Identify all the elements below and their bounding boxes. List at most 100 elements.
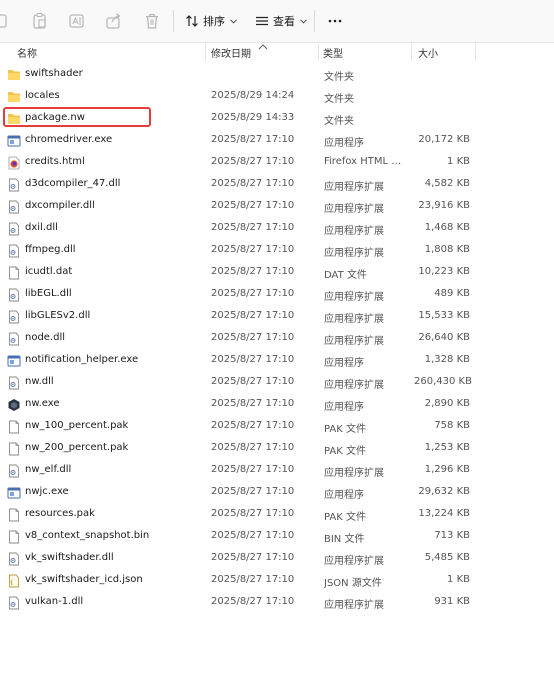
file-type: 应用程序扩展 (324, 204, 384, 215)
file-row[interactable]: node.dll 2025/8/27 17:10 应用程序扩展 26,640 KB (0, 328, 554, 350)
file-row[interactable]: icudtl.dat 2025/8/27 17:10 DAT 文件 10,223 KB (0, 262, 554, 284)
file-size: 20,172 KB (418, 134, 470, 145)
file-type: PAK 文件 (324, 446, 366, 457)
file-name: resources.pak (25, 508, 95, 519)
more-icon[interactable] (328, 14, 342, 28)
file-name: vk_swiftshader.dll (25, 552, 114, 563)
column-size[interactable]: 大小 (418, 45, 438, 60)
file-row[interactable]: dxcompiler.dll 2025/8/27 17:10 应用程序扩展 23,91… (0, 196, 554, 218)
file-size: 23,916 KB (418, 200, 470, 211)
file-row[interactable]: notification_helper.exe 2025/8/27 17:10 应用… (0, 350, 554, 372)
column-divider[interactable] (205, 42, 206, 60)
file-modified-date: 2025/8/27 17:10 (211, 310, 295, 321)
file-icon (7, 530, 21, 544)
file-name: dxil.dll (25, 222, 58, 233)
folder-icon (7, 112, 21, 126)
file-size: 931 KB (434, 596, 470, 607)
file-type: 应用程序 (324, 490, 364, 501)
file-name: vk_swiftshader_icd.json (25, 574, 143, 585)
file-name: nw.dll (25, 376, 54, 387)
view-button[interactable]: 查看 (255, 11, 307, 31)
dll-file-icon (7, 200, 21, 214)
column-name[interactable]: 名称 (17, 45, 37, 60)
file-row[interactable]: locales 2025/8/29 14:24 文件夹 (0, 86, 554, 108)
file-type: 应用程序扩展 (324, 292, 384, 303)
file-type: 应用程序 (324, 138, 364, 149)
dll-file-icon (7, 552, 21, 566)
file-row[interactable]: nw_200_percent.pak 2025/8/27 17:10 PAK 文件 1… (0, 438, 554, 460)
file-size: 489 KB (434, 288, 470, 299)
dll-file-icon (7, 596, 21, 610)
file-row[interactable]: d3dcompiler_47.dll 2025/8/27 17:10 应用程序扩展 4… (0, 174, 554, 196)
file-name: d3dcompiler_47.dll (25, 178, 121, 189)
file-type: DAT 文件 (324, 270, 367, 281)
file-modified-date: 2025/8/29 14:33 (211, 112, 295, 123)
file-row[interactable]: nw_elf.dll 2025/8/27 17:10 应用程序扩展 1,296 KB (0, 460, 554, 482)
file-modified-date: 2025/8/27 17:10 (211, 332, 295, 343)
delete-icon[interactable] (143, 12, 161, 30)
file-row[interactable]: libEGL.dll 2025/8/27 17:10 应用程序扩展 489 KB (0, 284, 554, 306)
file-modified-date: 2025/8/27 17:10 (211, 354, 295, 365)
column-date[interactable]: 修改日期 (211, 45, 251, 60)
file-size: 5,485 KB (424, 552, 470, 563)
file-row[interactable]: chromedriver.exe 2025/8/27 17:10 应用程序 20,17… (0, 130, 554, 152)
column-divider[interactable] (411, 42, 412, 60)
column-type[interactable]: 类型 (323, 45, 343, 60)
column-divider[interactable] (475, 42, 476, 60)
file-name: nw.exe (25, 398, 60, 409)
file-type: 应用程序扩展 (324, 226, 384, 237)
file-row[interactable]: package.nw 2025/8/29 14:33 文件夹 (0, 108, 554, 130)
paste-icon[interactable] (31, 12, 49, 30)
file-type: PAK 文件 (324, 424, 366, 435)
file-row[interactable]: nw.dll 2025/8/27 17:10 应用程序扩展 260,430 KB (0, 372, 554, 394)
file-type: 应用程序 (324, 358, 364, 369)
folder-icon (7, 90, 21, 104)
file-modified-date: 2025/8/27 17:10 (211, 222, 295, 233)
rename-icon[interactable] (68, 12, 86, 30)
application-icon (7, 486, 21, 500)
file-modified-date: 2025/8/27 17:10 (211, 596, 295, 607)
dll-file-icon (7, 244, 21, 258)
sort-button-label: 排序 (203, 15, 225, 28)
file-row[interactable]: dxil.dll 2025/8/27 17:10 应用程序扩展 1,468 KB (0, 218, 554, 240)
file-modified-date: 2025/8/29 14:24 (211, 90, 295, 101)
copy-icon[interactable] (0, 12, 12, 30)
file-modified-date: 2025/8/27 17:10 (211, 398, 295, 409)
file-row[interactable]: vk_swiftshader_icd.json 2025/8/27 17:10 JS… (0, 570, 554, 592)
file-row[interactable]: ffmpeg.dll 2025/8/27 17:10 应用程序扩展 1,808 KB (0, 240, 554, 262)
file-row[interactable]: nwjc.exe 2025/8/27 17:10 应用程序 29,632 KB (0, 482, 554, 504)
file-type: 应用程序扩展 (324, 336, 384, 347)
share-icon[interactable] (105, 12, 123, 30)
file-row[interactable]: nw_100_percent.pak 2025/8/27 17:10 PAK 文件 7… (0, 416, 554, 438)
file-row[interactable]: libGLESv2.dll 2025/8/27 17:10 应用程序扩展 15,533… (0, 306, 554, 328)
file-size: 758 KB (434, 420, 470, 431)
dll-file-icon (7, 288, 21, 302)
file-size: 1,808 KB (424, 244, 470, 255)
file-modified-date: 2025/8/27 17:10 (211, 574, 295, 585)
file-row[interactable]: nw.exe 2025/8/27 17:10 应用程序 2,890 KB (0, 394, 554, 416)
view-icon (255, 14, 269, 28)
file-name: notification_helper.exe (25, 354, 139, 365)
file-name: nw_200_percent.pak (25, 442, 129, 453)
file-row[interactable]: resources.pak 2025/8/27 17:10 PAK 文件 13,224… (0, 504, 554, 526)
firefox-html-icon (7, 156, 21, 170)
file-size: 1,296 KB (424, 464, 470, 475)
file-row[interactable]: v8_context_snapshot.bin 2025/8/27 17:10 BI… (0, 526, 554, 548)
sort-icon (185, 14, 199, 28)
file-row[interactable]: vulkan-1.dll 2025/8/27 17:10 应用程序扩展 931 KB (0, 592, 554, 614)
file-icon (7, 266, 21, 280)
sort-button[interactable]: 排序 (185, 11, 237, 31)
file-icon (7, 508, 21, 522)
dll-file-icon (7, 222, 21, 236)
column-divider[interactable] (318, 42, 319, 60)
file-name: ffmpeg.dll (25, 244, 76, 255)
file-row[interactable]: credits.html 2025/8/27 17:10 Firefox HTML … (0, 152, 554, 174)
file-modified-date: 2025/8/27 17:10 (211, 266, 295, 277)
file-row[interactable]: vk_swiftshader.dll 2025/8/27 17:10 应用程序扩展 5… (0, 548, 554, 570)
file-name: node.dll (25, 332, 66, 343)
file-row[interactable]: swiftshader 文件夹 (0, 64, 554, 86)
file-name: libEGL.dll (25, 288, 72, 299)
file-type: 文件夹 (324, 94, 354, 105)
json-file-icon (7, 574, 21, 588)
file-size: 1,253 KB (424, 442, 470, 453)
